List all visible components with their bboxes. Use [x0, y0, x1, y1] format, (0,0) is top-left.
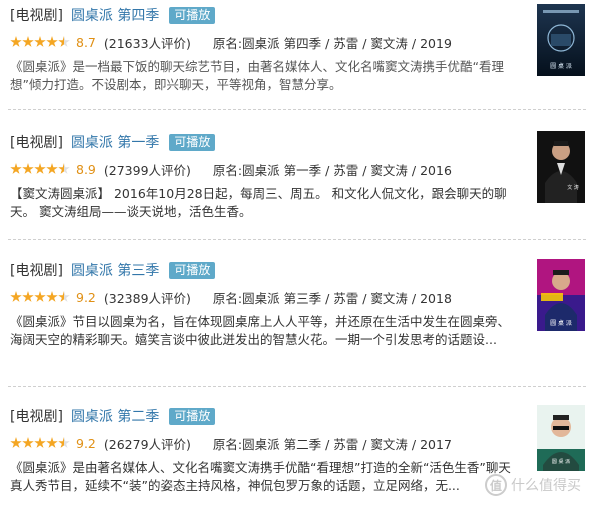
rating-stars [10, 163, 70, 175]
rating-votes: (21633人评价) [103, 35, 191, 51]
star-icon [10, 36, 22, 47]
item-title-row: [电视剧] 圆桌派 第三季 可播放 [10, 259, 216, 281]
site-watermark: 值 什么值得买 [485, 474, 581, 496]
item-description: 《圆桌派》是一档最下饭的聊天综艺节目，由著名媒体人、文化名嘴窦文涛携手优酷“看理… [10, 59, 504, 92]
item-description: 《圆桌派》节目以圆桌为名，旨在体现圆桌席上人人平等，并还原在生活中发生在圆桌旁、… [10, 314, 511, 347]
poster-image[interactable]: 圆 桌 派 [537, 259, 585, 331]
half-star-icon [58, 437, 70, 448]
rating-score: 8.7 [76, 34, 96, 50]
poster-art: 圆 桌 派 [537, 4, 585, 76]
divider [8, 239, 586, 240]
divider [8, 386, 586, 387]
half-star-icon [58, 163, 70, 174]
rating-votes: (27399人评价) [103, 162, 191, 178]
playable-badge[interactable]: 可播放 [169, 407, 216, 425]
item-title-link[interactable]: 圆桌派 第四季 [71, 5, 159, 25]
rating-score: 8.9 [76, 161, 96, 177]
item-title-row: [电视剧] 圆桌派 第四季 可播放 [10, 4, 216, 26]
original-title: 原名:圆桌派 第二季 / 苏雷 / 窦文涛 / 2017 [212, 436, 452, 452]
star-icon [46, 291, 58, 302]
star-icon [34, 163, 46, 174]
half-star-icon [58, 291, 70, 302]
item-meta-row: 8.7 (21633人评价) 原名:圆桌派 第四季 / 苏雷 / 窦文涛 / 2… [10, 32, 452, 52]
item-title-link[interactable]: 圆桌派 第三季 [71, 260, 159, 280]
item-meta-row: 8.9 (27399人评价) 原名:圆桌派 第一季 / 苏雷 / 窦文涛 / 2… [10, 159, 452, 179]
item-title-link[interactable]: 圆桌派 第一季 [71, 132, 159, 152]
rating-score: 9.2 [76, 289, 96, 305]
poster-art: 圆 桌 派 [537, 259, 585, 331]
original-title: 原名:圆桌派 第四季 / 苏雷 / 窦文涛 / 2019 [212, 35, 452, 51]
poster-image[interactable]: 圆 桌 派 [537, 4, 585, 76]
watermark-logo-icon: 值 [485, 474, 507, 496]
item-title-row: [电视剧] 圆桌派 第二季 可播放 [10, 405, 216, 427]
star-icon [46, 437, 58, 448]
original-title: 原名:圆桌派 第三季 / 苏雷 / 窦文涛 / 2018 [212, 290, 452, 306]
poster-caption: 文 涛 [567, 184, 579, 191]
star-icon [34, 36, 46, 47]
rating-votes: (26279人评价) [103, 436, 191, 452]
watermark-text: 什么值得买 [511, 478, 581, 494]
item-type: [电视剧] [10, 263, 63, 279]
poster-caption: 圆 桌 派 [550, 319, 572, 327]
original-title: 原名:圆桌派 第一季 / 苏雷 / 窦文涛 / 2016 [212, 162, 452, 178]
poster-image[interactable]: 文 涛 [537, 131, 585, 203]
playable-badge[interactable]: 可播放 [169, 261, 216, 279]
star-icon [22, 437, 34, 448]
poster-art: 文 涛 [537, 131, 585, 203]
half-star-icon [58, 36, 70, 47]
item-meta-row: 9.2 (26279人评价) 原名:圆桌派 第二季 / 苏雷 / 窦文涛 / 2… [10, 433, 452, 453]
rating-stars [10, 36, 70, 48]
poster-caption: 圆 桌 派 [552, 458, 570, 465]
item-type: [电视剧] [10, 135, 63, 151]
star-icon [10, 291, 22, 302]
item-description: 《圆桌派》是由著名媒体人、文化名嘴窦文涛携手优酷“看理想”打造的全新“活色生香”… [10, 460, 511, 493]
star-icon [46, 36, 58, 47]
item-description: 【窦文涛圆桌派】 2016年10月28日起，每周三、周五。 和文化人侃文化，跟会… [10, 186, 507, 219]
star-icon [46, 163, 58, 174]
item-title-row: [电视剧] 圆桌派 第一季 可播放 [10, 131, 216, 153]
playable-badge[interactable]: 可播放 [169, 6, 216, 24]
star-icon [22, 163, 34, 174]
item-type: [电视剧] [10, 409, 63, 425]
rating-votes: (32389人评价) [103, 290, 191, 306]
poster-image[interactable]: 圆 桌 派 [537, 405, 585, 475]
item-meta-row: 9.2 (32389人评价) 原名:圆桌派 第三季 / 苏雷 / 窦文涛 / 2… [10, 287, 452, 307]
star-icon [22, 36, 34, 47]
item-title-link[interactable]: 圆桌派 第二季 [71, 406, 159, 426]
item-type: [电视剧] [10, 8, 63, 24]
star-icon [10, 437, 22, 448]
rating-stars [10, 291, 70, 303]
star-icon [34, 437, 46, 448]
rating-score: 9.2 [76, 435, 96, 451]
rating-stars [10, 437, 70, 449]
star-icon [34, 291, 46, 302]
star-icon [10, 163, 22, 174]
poster-art: 圆 桌 派 [537, 405, 585, 471]
poster-caption: 圆 桌 派 [550, 62, 572, 70]
star-icon [22, 291, 34, 302]
divider [8, 109, 586, 110]
playable-badge[interactable]: 可播放 [169, 133, 216, 151]
